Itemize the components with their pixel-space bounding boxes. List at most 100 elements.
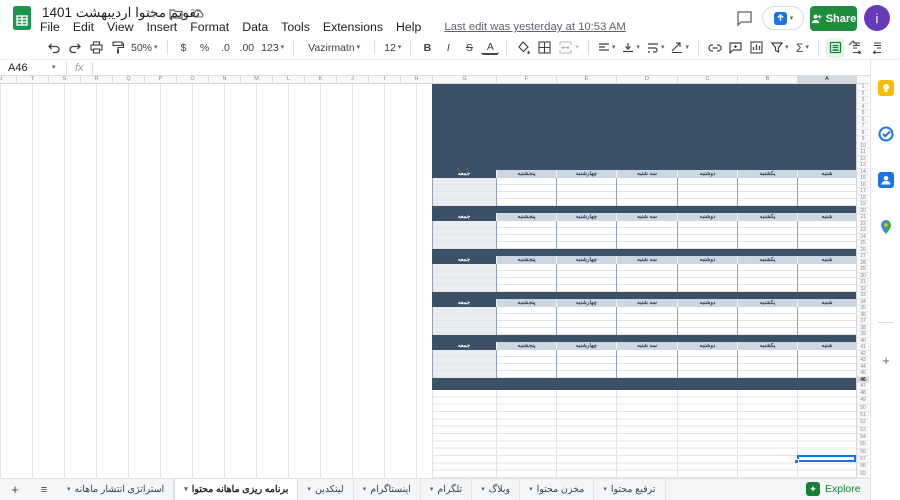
day-header-cell[interactable]: یکشنبه	[737, 170, 797, 178]
day-body-cell[interactable]	[797, 221, 856, 249]
sheet-direction-rtl-button[interactable]	[826, 38, 844, 58]
day-header-cell[interactable]: شنبه	[797, 342, 856, 350]
decrease-decimal-button[interactable]: .0	[217, 38, 235, 58]
column-header-D[interactable]: D	[616, 76, 677, 83]
day-header-cell[interactable]: دوشنبه	[677, 342, 737, 350]
name-box[interactable]: A46	[0, 62, 52, 74]
day-body-cell[interactable]	[496, 264, 556, 292]
day-header-cell[interactable]: یکشنبه	[737, 342, 797, 350]
row-header-52[interactable]: 52	[857, 419, 869, 426]
day-body-cell[interactable]	[677, 178, 737, 206]
explore-button[interactable]: ✦ Explore	[806, 480, 861, 498]
column-header-M[interactable]: M	[240, 76, 272, 83]
row-header-30[interactable]: 30	[857, 273, 869, 280]
row-header-40[interactable]: 40	[857, 338, 869, 345]
friday-header-cell[interactable]: جمعه	[432, 256, 496, 264]
select-all-corner[interactable]	[856, 76, 869, 84]
friday-header-cell[interactable]: جمعه	[432, 342, 496, 350]
day-header-cell[interactable]: چهارشنبه	[556, 213, 616, 221]
day-header-cell[interactable]: سه شنبه	[616, 213, 677, 221]
day-header-cell[interactable]: دوشنبه	[677, 256, 737, 264]
day-body-cell[interactable]	[556, 221, 616, 249]
format-currency-button[interactable]: $	[175, 38, 193, 58]
friday-header-cell[interactable]: جمعه	[432, 213, 496, 221]
all-sheets-menu-icon[interactable]: ≡	[30, 479, 58, 500]
sheet-tab[interactable]: ▾مخزن محتوا	[520, 479, 594, 500]
day-body-cell[interactable]	[797, 264, 856, 292]
day-header-cell[interactable]: دوشنبه	[677, 299, 737, 307]
day-header-cell[interactable]: سه شنبه	[616, 299, 677, 307]
redo-button[interactable]	[66, 38, 84, 58]
sheet-tab[interactable]: ▾وبلاگ	[472, 479, 520, 500]
day-body-cell[interactable]	[496, 178, 556, 206]
friday-header-cell[interactable]: جمعه	[432, 299, 496, 307]
row-header-15[interactable]: 15	[857, 175, 869, 182]
friday-body-cell[interactable]	[432, 221, 496, 249]
sheet-tab[interactable]: ▾اینستاگرام	[354, 479, 421, 500]
day-body-cell[interactable]	[616, 350, 677, 378]
column-header-P[interactable]: P	[144, 76, 176, 83]
sheet-tab[interactable]: ▾لینکدین	[298, 479, 353, 500]
column-header-K[interactable]: K	[304, 76, 336, 83]
row-header-28[interactable]: 28	[857, 260, 869, 267]
undo-button[interactable]	[45, 38, 63, 58]
menu-tools[interactable]: Tools	[281, 20, 310, 34]
tab-menu-caret-icon[interactable]: ▾	[603, 486, 607, 493]
font-size-select[interactable]: 12▾	[382, 38, 403, 58]
add-sheet-button[interactable]: +	[0, 479, 30, 500]
fill-handle[interactable]	[794, 459, 799, 464]
tab-menu-caret-icon[interactable]: ▾	[481, 486, 485, 493]
row-header-27[interactable]: 27	[857, 253, 869, 260]
column-header-Q[interactable]: Q	[112, 76, 144, 83]
day-body-cell[interactable]	[737, 178, 797, 206]
spreadsheet-grid[interactable]: اردیبهشت 1401 راهنمالینکدیناینستاگرامداس…	[0, 84, 856, 478]
empty-cells-left[interactable]	[0, 84, 432, 390]
row-header-36[interactable]: 36	[857, 312, 869, 319]
day-body-cell[interactable]	[737, 221, 797, 249]
menu-format[interactable]: Format	[190, 20, 229, 34]
tab-menu-caret-icon[interactable]: ▾	[529, 486, 533, 493]
day-header-cell[interactable]: چهارشنبه	[556, 299, 616, 307]
row-header-20[interactable]: 20	[857, 208, 869, 215]
row-header-37[interactable]: 37	[857, 318, 869, 325]
move-folder-icon[interactable]	[169, 7, 183, 21]
account-avatar[interactable]: i	[864, 5, 890, 31]
day-body-cell[interactable]	[677, 307, 737, 335]
day-header-cell[interactable]: شنبه	[797, 170, 856, 178]
row-header-59[interactable]: 59	[857, 471, 869, 478]
tab-menu-caret-icon[interactable]: ▾	[430, 486, 434, 493]
column-header-G[interactable]: G	[432, 76, 496, 83]
menu-file[interactable]: File	[40, 20, 60, 34]
row-header-25[interactable]: 25	[857, 240, 869, 247]
comment-history-icon[interactable]	[736, 10, 753, 27]
friday-body-cell[interactable]	[432, 307, 496, 335]
tab-menu-caret-icon[interactable]: ▾	[184, 486, 188, 493]
row-header-57[interactable]: 57	[857, 456, 869, 463]
row-header-24[interactable]: 24	[857, 234, 869, 241]
zoom-select[interactable]: 50%▾	[129, 38, 160, 58]
day-header-cell[interactable]: پنجشنبه	[496, 256, 556, 264]
day-header-cell[interactable]: چهارشنبه	[556, 256, 616, 264]
sheets-logo-icon[interactable]	[10, 5, 34, 31]
day-body-cell[interactable]	[616, 221, 677, 249]
row-headers[interactable]: 1234567891011121314151617181920212223242…	[856, 84, 869, 478]
column-header-I[interactable]: I	[368, 76, 400, 83]
day-body-cell[interactable]	[616, 264, 677, 292]
column-header-T[interactable]: T	[16, 76, 48, 83]
sheet-tab[interactable]: ▾استراتژی انتشار ماهانه	[58, 479, 174, 500]
day-body-cell[interactable]	[677, 350, 737, 378]
sheet-tab[interactable]: ▾برنامه ریزی ماهانه محتوا	[174, 479, 298, 500]
row-header-12[interactable]: 12	[857, 156, 869, 163]
day-header-cell[interactable]: یکشنبه	[737, 213, 797, 221]
strikethrough-button[interactable]: S	[460, 38, 478, 58]
column-header-L[interactable]: L	[272, 76, 304, 83]
paint-format-button[interactable]	[108, 38, 126, 58]
number-format-button[interactable]: 123▾	[259, 38, 286, 58]
menu-edit[interactable]: Edit	[73, 20, 94, 34]
row-header-54[interactable]: 54	[857, 434, 869, 441]
create-filter-button[interactable]: ▾	[769, 38, 791, 58]
day-body-cell[interactable]	[737, 264, 797, 292]
merge-cells-button[interactable]: ▾	[556, 38, 581, 58]
row-header-2[interactable]: 2	[857, 91, 869, 98]
menu-insert[interactable]: Insert	[146, 20, 177, 34]
